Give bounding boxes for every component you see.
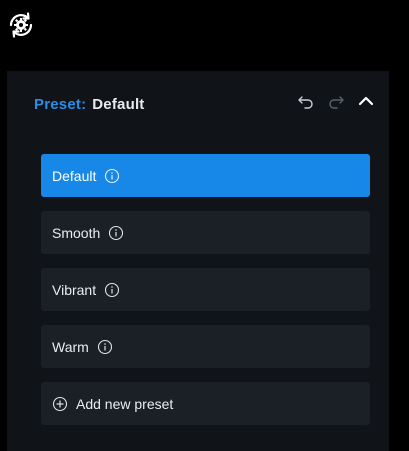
collapse-button[interactable] — [356, 91, 376, 111]
preset-current-value: Default — [92, 95, 145, 113]
redo-icon — [329, 96, 344, 109]
add-new-preset-button[interactable]: Add new preset — [41, 382, 370, 425]
gear-sync-icon[interactable] — [6, 10, 36, 40]
header-actions — [296, 91, 376, 111]
chevron-up-icon — [358, 96, 374, 106]
undo-icon — [298, 96, 313, 109]
preset-item-label: Vibrant — [52, 281, 97, 298]
preset-list: Default Smooth Vibrant Warm Add new pres… — [41, 154, 370, 425]
add-new-preset-label: Add new preset — [76, 395, 174, 412]
preset-label: Preset: — [34, 95, 87, 113]
preset-item-vibrant[interactable]: Vibrant — [41, 268, 370, 311]
preset-item-smooth[interactable]: Smooth — [41, 211, 370, 254]
info-icon[interactable] — [108, 225, 124, 241]
undo-button[interactable] — [296, 91, 316, 111]
preset-item-label: Smooth — [52, 224, 101, 241]
info-icon[interactable] — [104, 282, 120, 298]
preset-item-default[interactable]: Default — [41, 154, 370, 197]
preset-item-warm[interactable]: Warm — [41, 325, 370, 368]
info-icon[interactable] — [104, 168, 120, 184]
info-icon[interactable] — [97, 339, 113, 355]
add-circle-icon — [52, 396, 68, 412]
preset-header: Preset: Default — [34, 93, 145, 115]
preset-item-label: Warm — [52, 338, 89, 355]
app-frame: Preset: Default Default Smooth Vibrant W… — [0, 0, 409, 451]
preset-item-label: Default — [52, 167, 97, 184]
redo-button[interactable] — [326, 91, 346, 111]
